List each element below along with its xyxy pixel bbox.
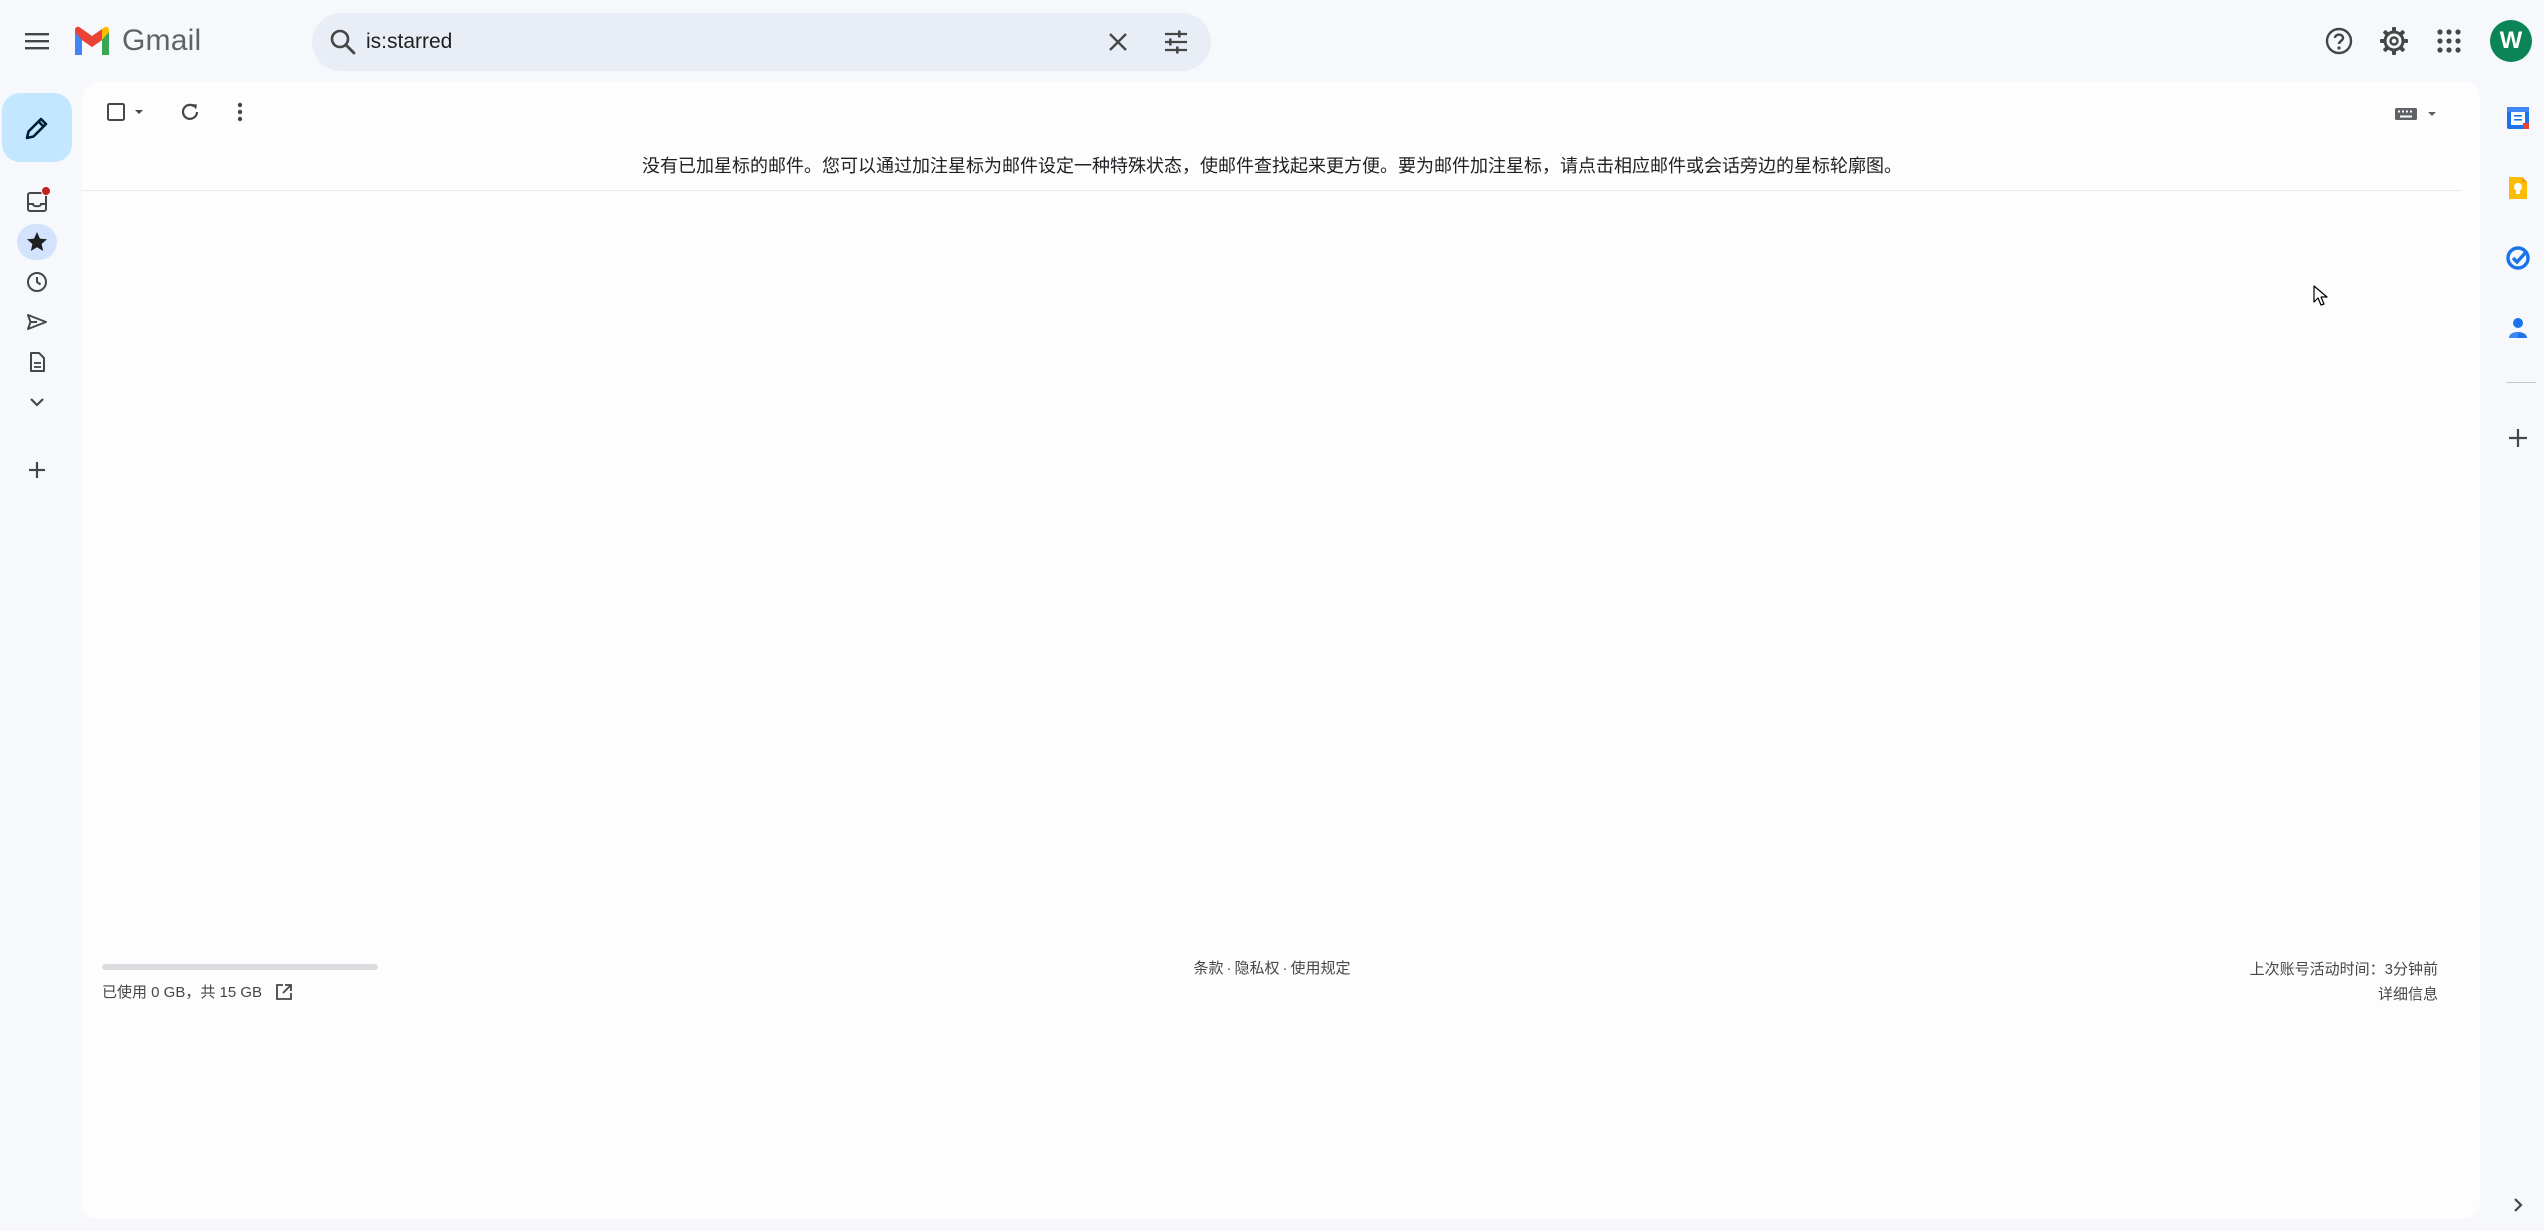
main-menu-button[interactable] <box>13 17 61 65</box>
list-divider <box>82 190 2462 191</box>
mail-list-panel: 没有已加星标的邮件。您可以通过加注星标为邮件设定一种特殊状态，使邮件查找起来更方… <box>82 82 2480 1219</box>
chevron-right-icon <box>2514 1198 2523 1212</box>
caret-down-icon <box>2428 112 2436 116</box>
terms-link[interactable]: 条款 <box>1193 960 1223 977</box>
tasks-app-button[interactable] <box>2500 240 2536 276</box>
menu-icon <box>25 33 49 50</box>
nav-inbox[interactable] <box>17 184 57 220</box>
account-activity: 上次账号活动时间：3分钟前 详细信息 <box>2250 957 2438 1007</box>
gmail-m-icon <box>75 26 109 55</box>
keep-app-button[interactable] <box>2500 170 2536 206</box>
compose-button[interactable] <box>2 93 72 162</box>
more-actions-button[interactable] <box>222 94 258 130</box>
lightbulb-icon <box>2509 177 2527 199</box>
search-bar <box>312 13 1211 71</box>
footer-links: 条款 · 隐私权 · 使用规定 <box>82 957 2462 978</box>
plus-icon <box>2509 429 2527 447</box>
settings-button[interactable] <box>2375 22 2413 60</box>
side-panel-divider <box>2506 382 2536 383</box>
select-all-dropdown[interactable] <box>102 94 150 130</box>
footer-separator: · <box>1226 960 1232 977</box>
account-avatar[interactable]: W <box>2490 20 2532 62</box>
privacy-link[interactable]: 隐私权 <box>1234 960 1279 977</box>
tasks-check-icon <box>2506 246 2530 270</box>
input-tools-button[interactable] <box>2394 102 2438 126</box>
clear-search-button[interactable] <box>1102 26 1134 58</box>
top-bar: Gmail is:starred W <box>0 0 2544 82</box>
checkbox-icon <box>107 103 125 121</box>
nav-starred[interactable] <box>17 224 57 260</box>
search-icon <box>330 29 356 55</box>
empty-starred-message: 没有已加星标的邮件。您可以通过加注星标为邮件设定一种特殊状态，使邮件查找起来更方… <box>642 156 1902 176</box>
get-addons-button[interactable] <box>2500 420 2536 456</box>
calendar-app-button[interactable] <box>2500 100 2536 136</box>
gear-icon <box>2380 27 2408 55</box>
mouse-cursor-icon <box>2313 285 2328 306</box>
calendar-icon <box>2507 107 2529 129</box>
nav-more[interactable] <box>17 384 57 420</box>
more-vert-icon <box>237 102 243 122</box>
storage-info: 已使用 0 GB，共 15 GB <box>102 981 294 1002</box>
close-icon <box>1109 33 1127 51</box>
help-icon <box>2325 27 2353 55</box>
nav-drafts[interactable] <box>17 344 57 380</box>
nav-sent[interactable] <box>17 304 57 340</box>
send-icon <box>27 314 47 330</box>
unread-badge <box>41 186 51 196</box>
pencil-icon <box>25 117 48 139</box>
file-icon <box>30 352 45 372</box>
contacts-app-button[interactable] <box>2500 310 2536 346</box>
clock-icon <box>27 272 47 292</box>
footer-separator: · <box>1282 960 1288 977</box>
storage-usage-text: 已使用 0 GB，共 15 GB <box>102 984 263 1001</box>
search-button[interactable] <box>328 27 358 57</box>
refresh-icon <box>181 103 199 120</box>
plus-icon <box>29 462 45 478</box>
create-label-button[interactable] <box>17 452 57 488</box>
open-in-new-icon[interactable] <box>274 982 294 1002</box>
last-activity-text: 上次账号活动时间：3分钟前 <box>2249 961 2438 978</box>
caret-down-icon <box>135 110 143 114</box>
refresh-button[interactable] <box>172 94 208 130</box>
program-policies-link[interactable]: 使用规定 <box>1291 960 1351 977</box>
keyboard-icon <box>2395 108 2417 120</box>
tune-icon <box>1165 30 1187 54</box>
search-options-button[interactable] <box>1159 25 1193 59</box>
chevron-down-icon <box>30 398 44 407</box>
activity-details-link[interactable]: 详细信息 <box>2250 982 2438 1007</box>
avatar-initial: W <box>2499 27 2523 54</box>
apps-grid-icon <box>2437 29 2461 53</box>
app-name: Gmail <box>122 24 202 57</box>
nav-snoozed[interactable] <box>17 264 57 300</box>
support-button[interactable] <box>2320 22 2358 60</box>
search-input[interactable] <box>366 23 1066 61</box>
contacts-person-icon <box>2509 318 2527 338</box>
expand-side-panel-button[interactable] <box>2500 1187 2536 1223</box>
gmail-logo[interactable]: Gmail <box>72 24 201 58</box>
star-icon <box>27 232 47 251</box>
google-apps-button[interactable] <box>2430 22 2468 60</box>
